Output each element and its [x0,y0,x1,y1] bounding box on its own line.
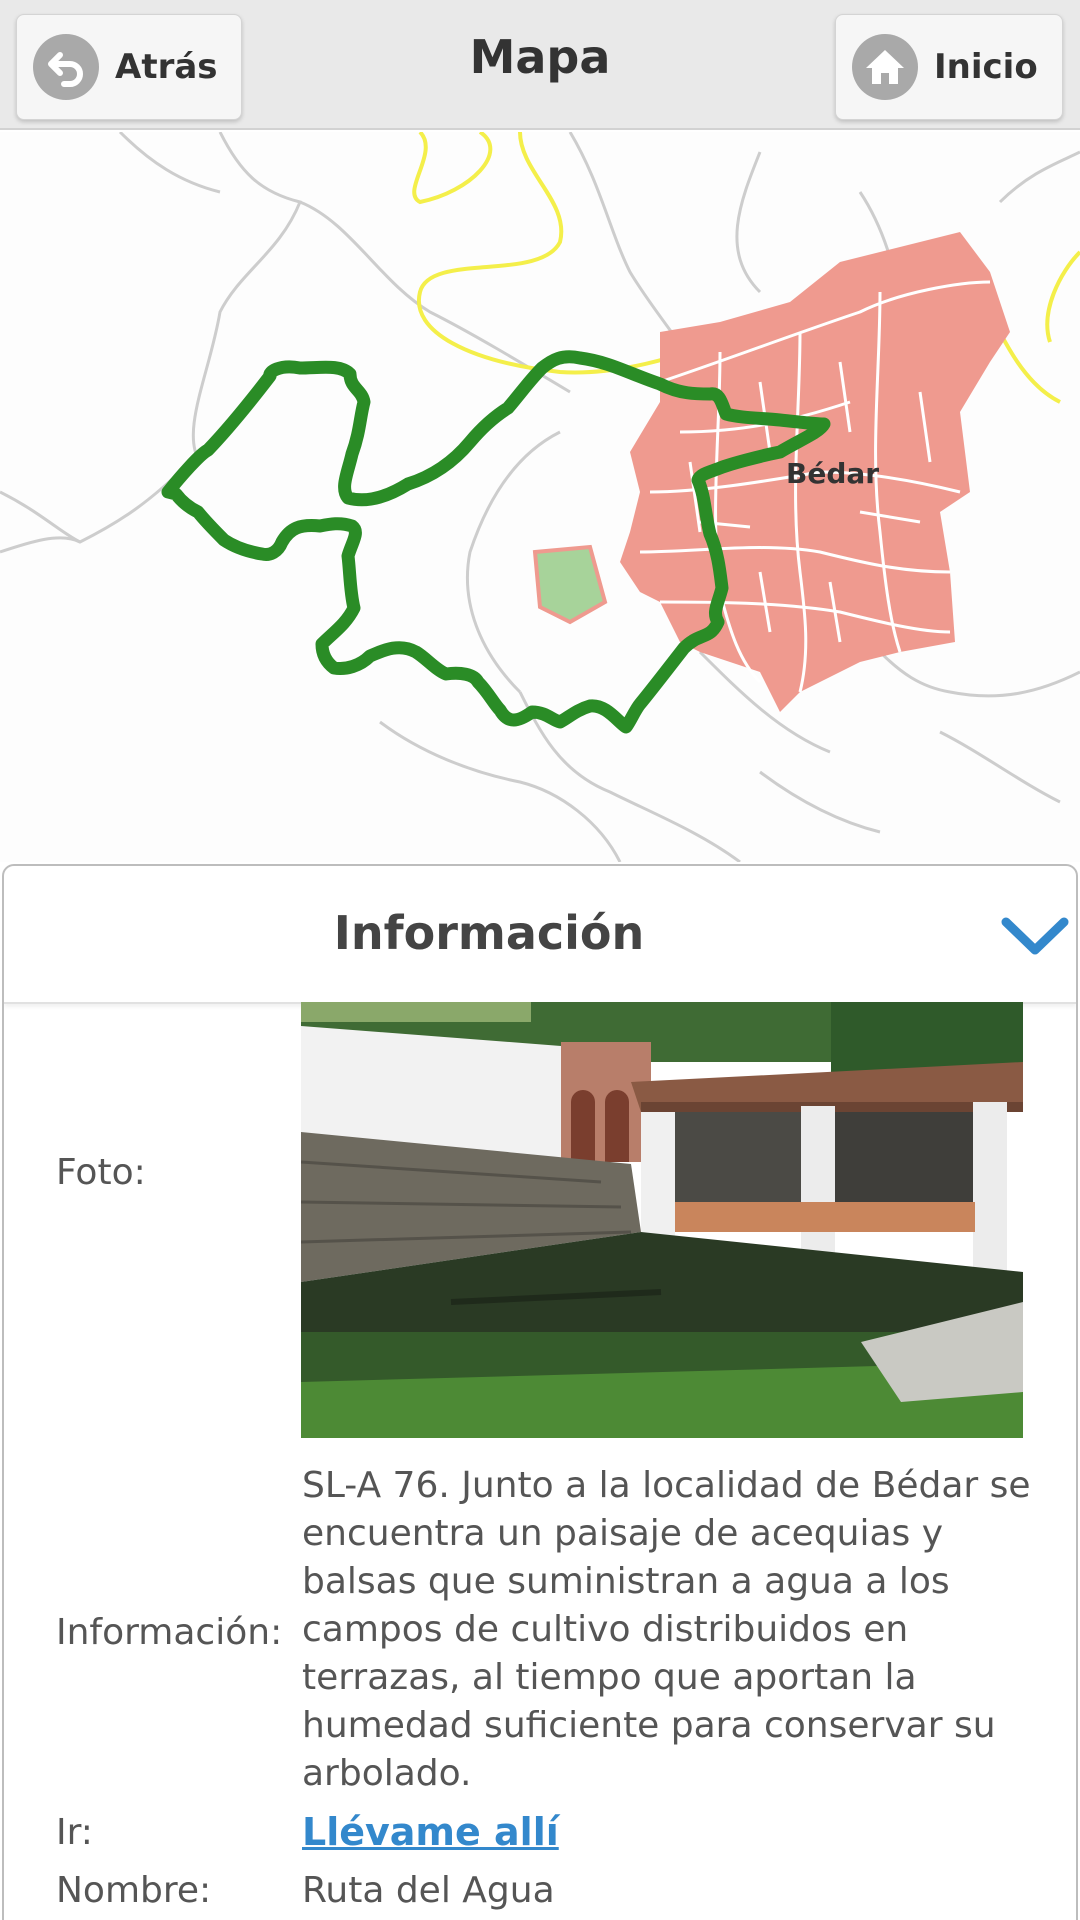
route-photo [301,1002,1023,1438]
info-panel-header[interactable]: Información [4,866,1076,1004]
home-icon [852,34,918,100]
home-button[interactable]: Inicio [835,14,1063,120]
map-view[interactable]: Bédar [0,132,1080,862]
ir-label: Ir: [56,1812,93,1853]
map-park-area [532,544,608,625]
nombre-label: Nombre: [56,1870,212,1911]
info-text: SL-A 76. Junto a la localidad de Bédar s… [302,1465,1031,1794]
home-button-label: Inicio [934,47,1038,87]
nombre-value: Ruta del Agua [302,1870,555,1911]
top-bar: Atrás Mapa Inicio [0,0,1080,130]
info-panel-title: Información [333,906,645,960]
chevron-down-icon[interactable] [1000,910,1070,960]
info-label: Información: [56,1612,283,1653]
directions-link[interactable]: Llévame allí [302,1810,559,1854]
foto-label: Foto: [56,1152,146,1193]
map-place-label: Bédar [786,457,879,490]
